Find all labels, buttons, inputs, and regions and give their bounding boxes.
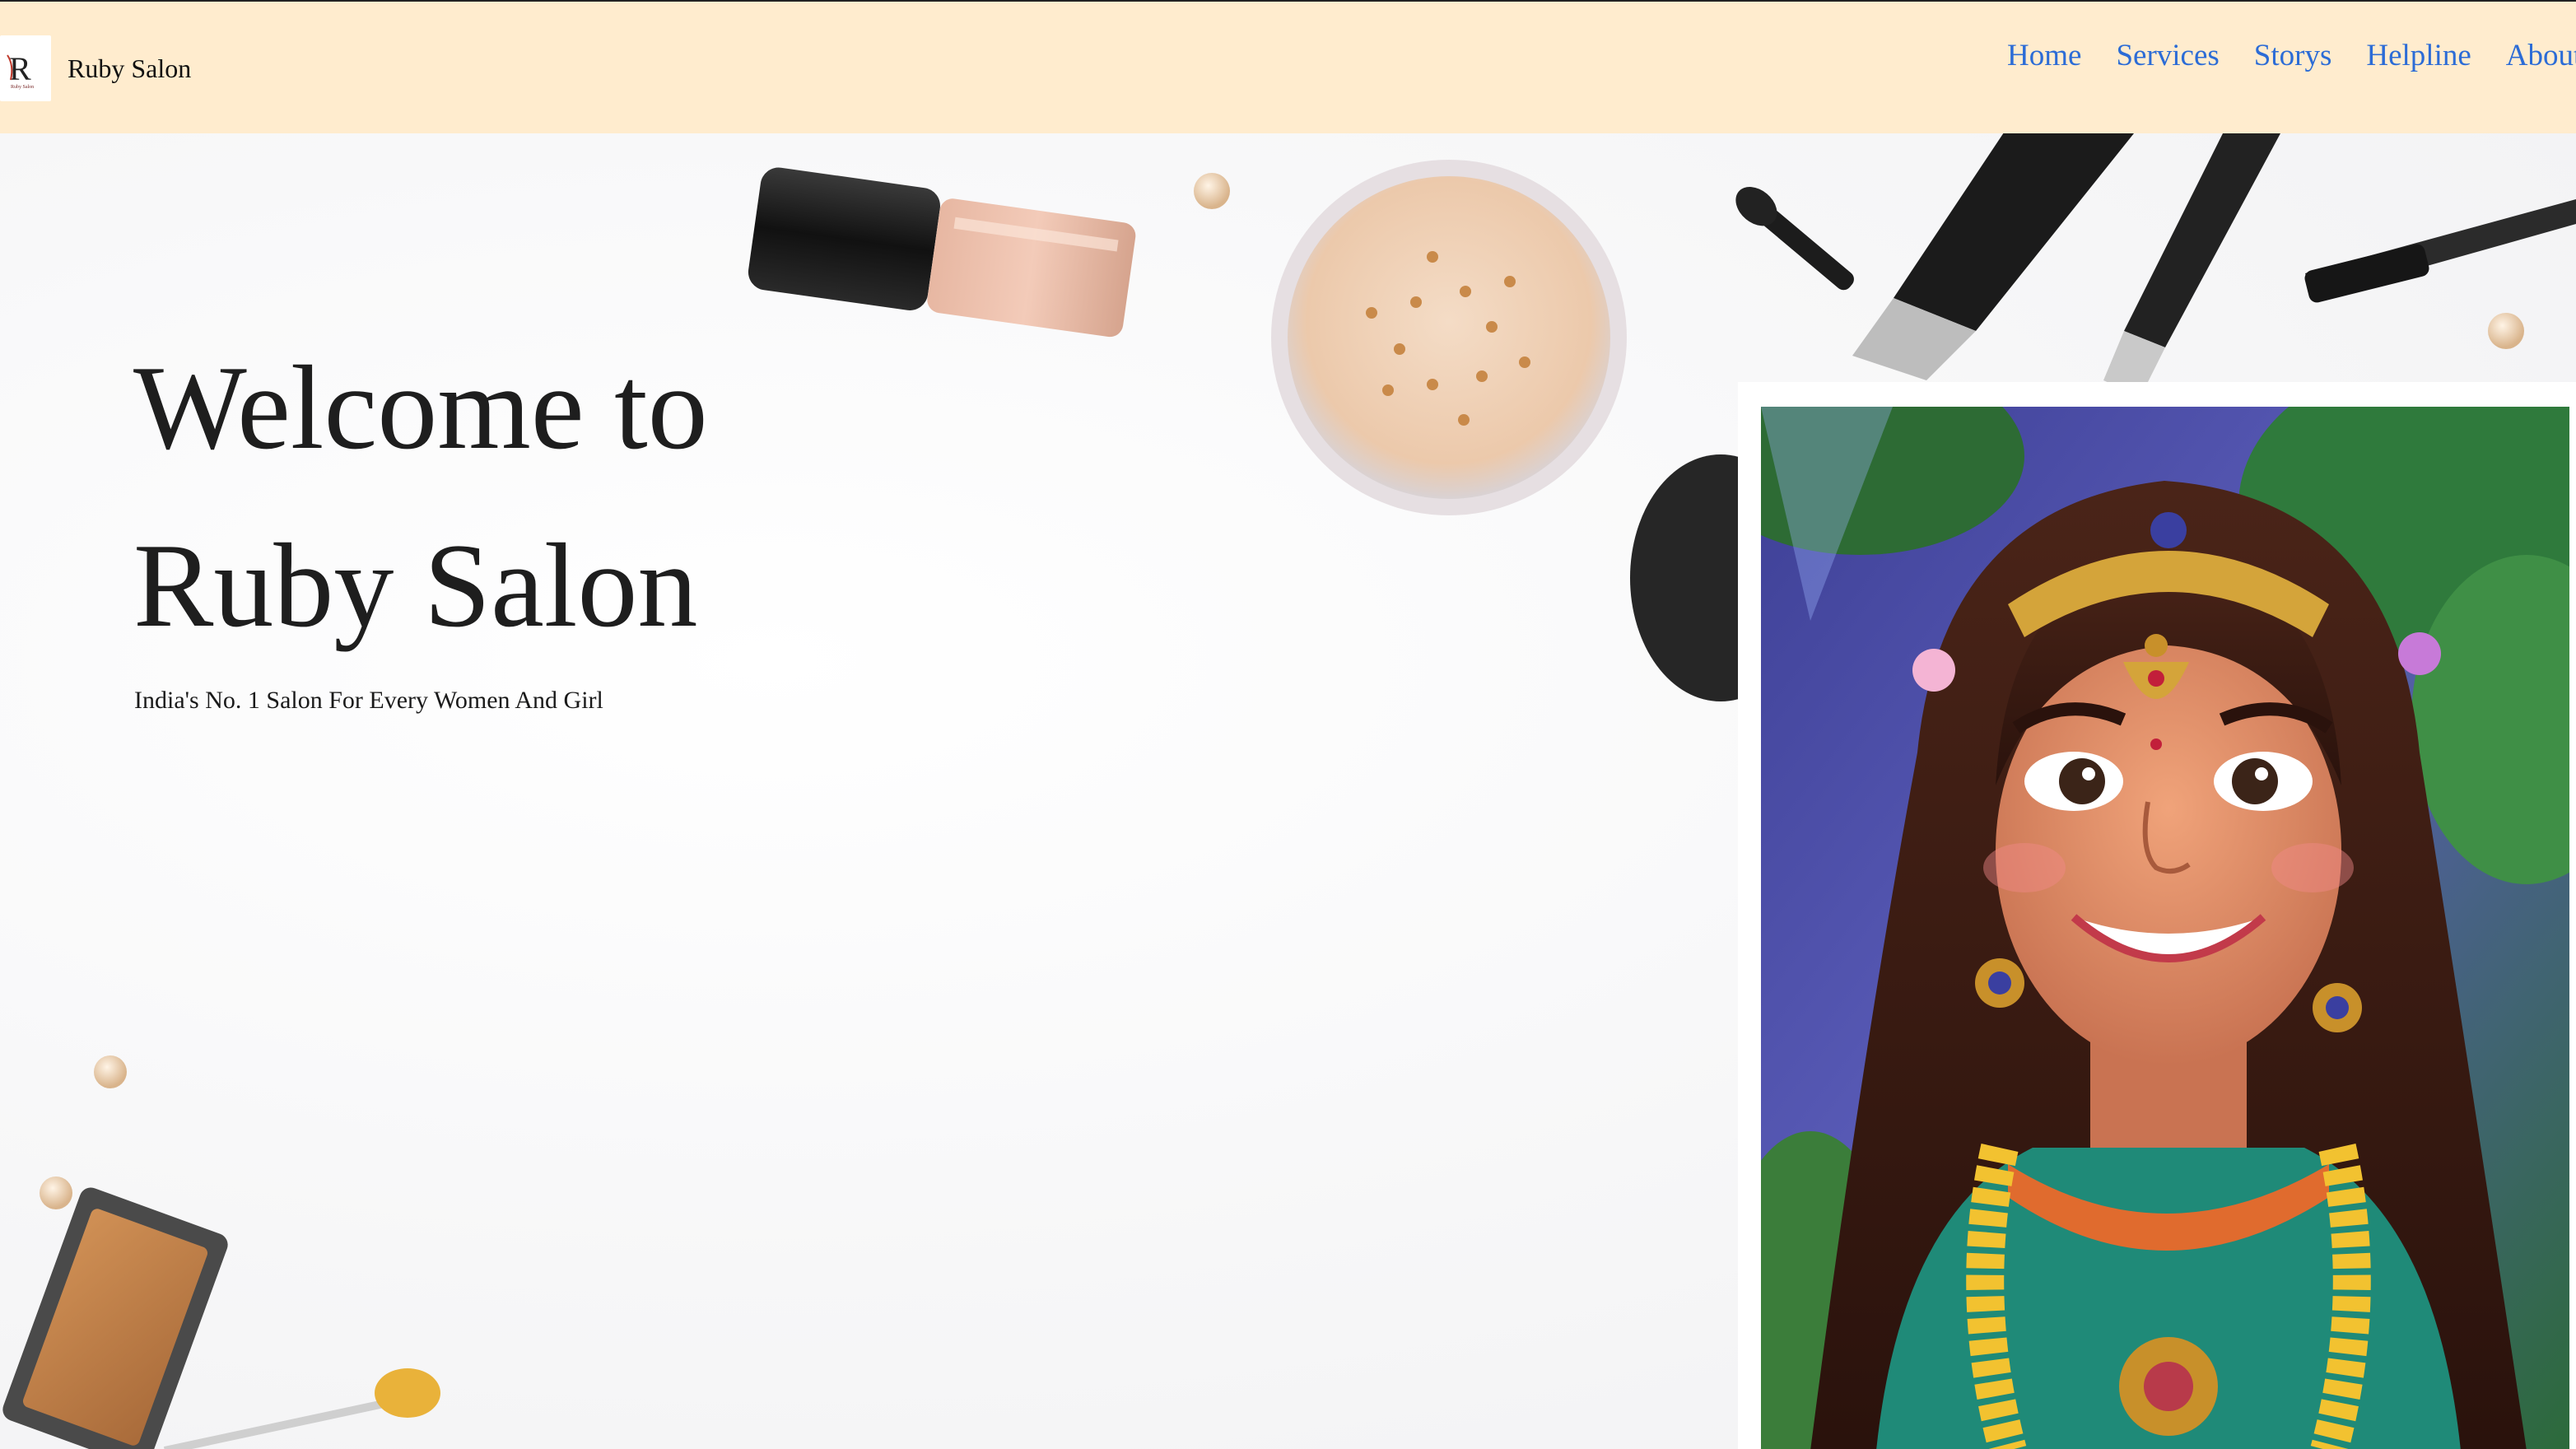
nav-link-about[interactable]: About [2506, 33, 2576, 79]
nav-link-helpline[interactable]: Helpline [2366, 33, 2471, 79]
hero-section: Welcome to Ruby Salon India's No. 1 Salo… [0, 133, 2576, 1449]
smiling-woman-illustration [1761, 407, 2569, 1449]
svg-text:Ruby Salon: Ruby Salon [11, 85, 34, 90]
nav-link-services[interactable]: Services [2116, 33, 2219, 79]
portrait-frame [1738, 382, 2576, 1449]
page: R Ruby Salon Ruby Salon Home Services St… [0, 0, 2576, 1449]
hero-subtitle: India's No. 1 Salon For Every Women And … [134, 687, 603, 714]
hero-title: Welcome to Ruby Salon [133, 319, 708, 674]
ruby-salon-logo-icon: R Ruby Salon [0, 35, 51, 101]
brand-name: Ruby Salon [68, 53, 192, 83]
nav-link-home[interactable]: Home [2007, 33, 2081, 79]
brand-link[interactable]: R Ruby Salon Ruby Salon [0, 35, 191, 102]
hero-title-line1: Welcome to [133, 341, 708, 474]
hero-title-line2: Ruby Salon [133, 519, 698, 652]
navbar: R Ruby Salon Ruby Salon Home Services St… [0, 2, 2576, 133]
nav-link-storys[interactable]: Storys [2254, 33, 2332, 79]
main-nav: Home Services Storys Helpline About [2007, 33, 2576, 79]
